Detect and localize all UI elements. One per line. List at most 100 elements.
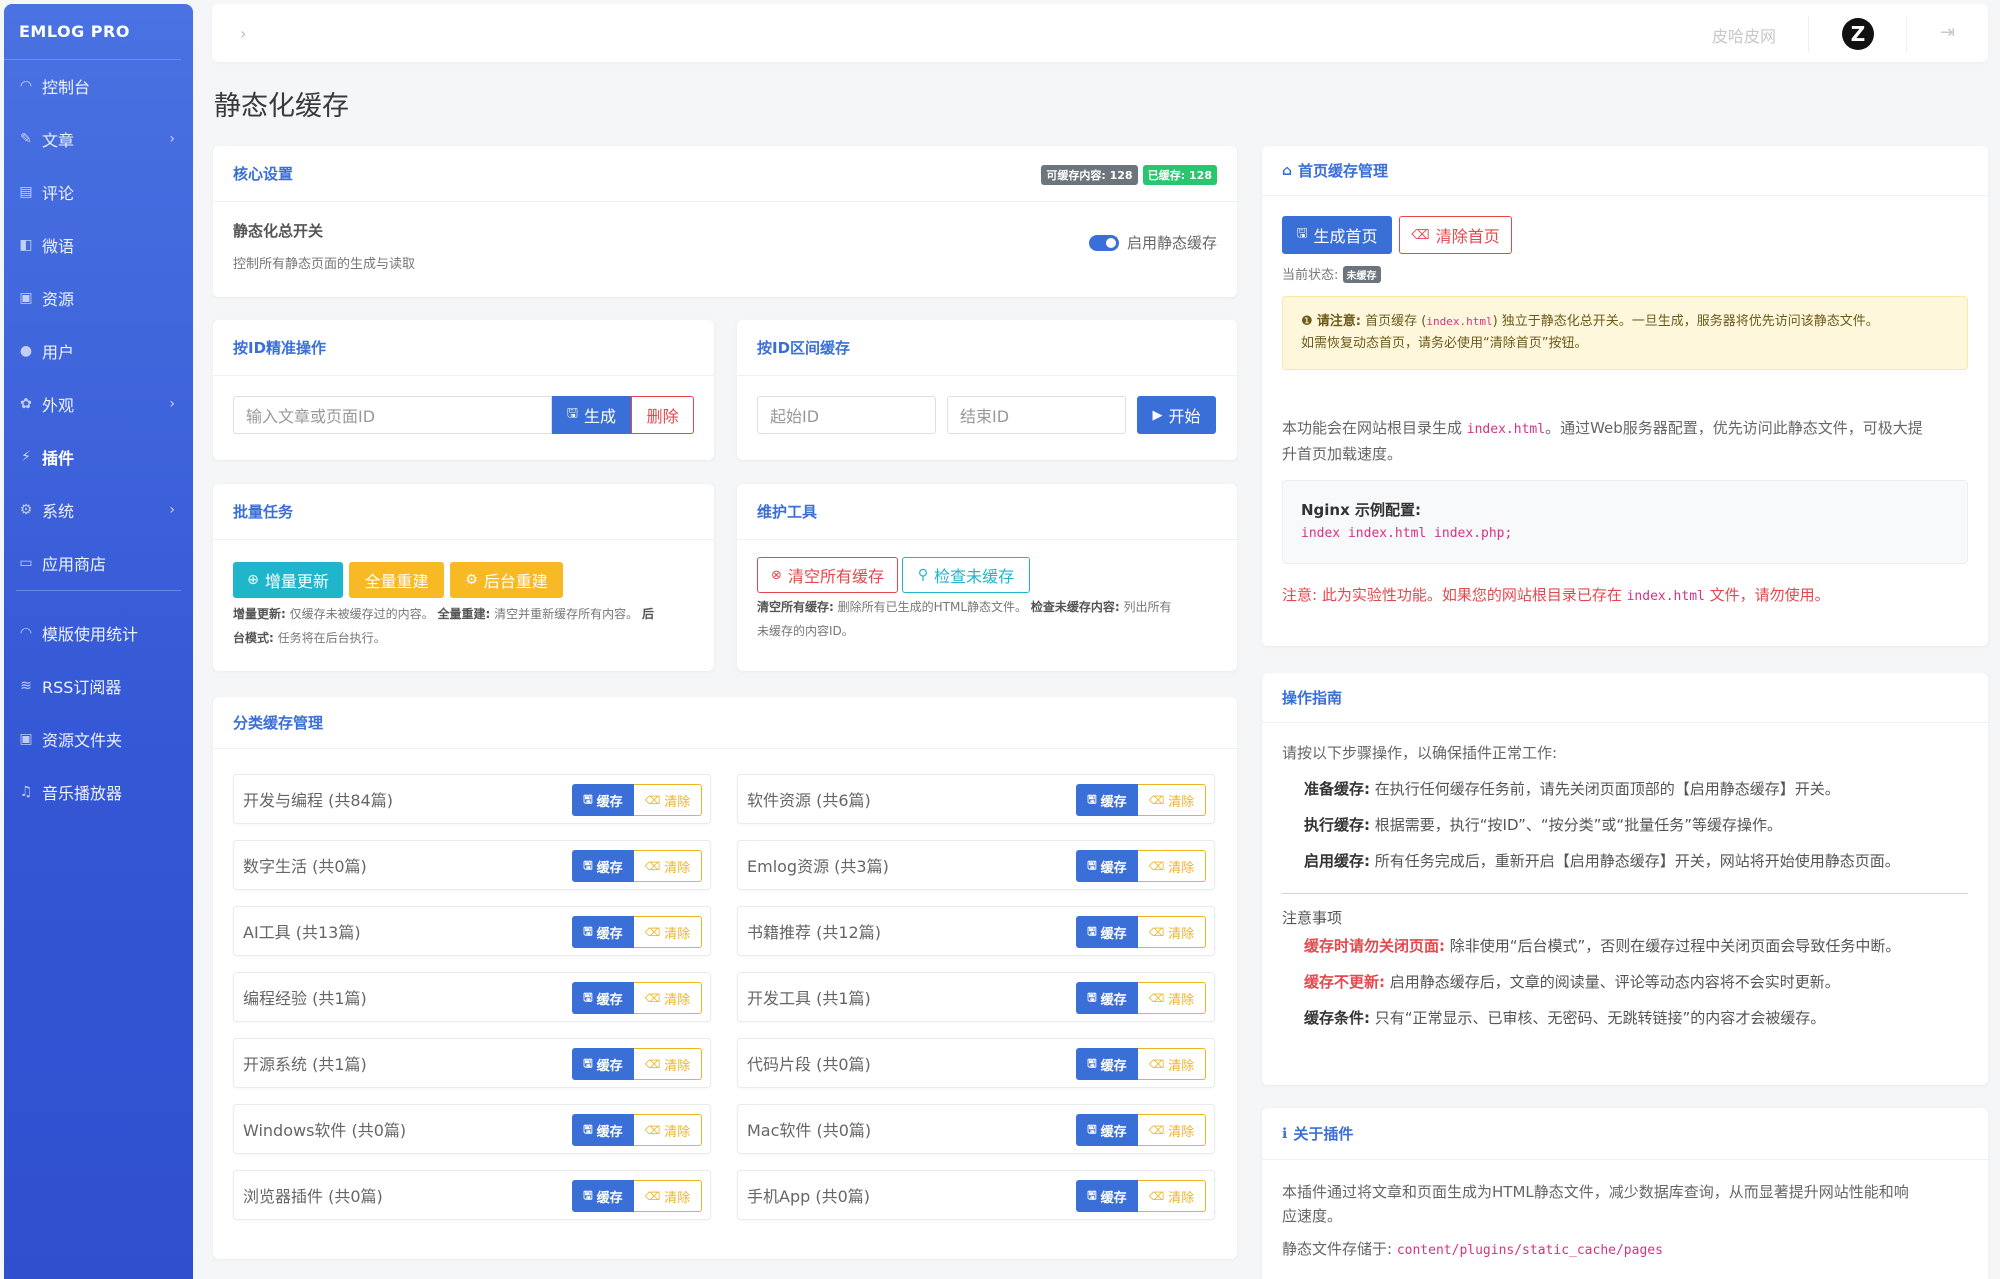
sidebar-item-label: 控制台 (42, 78, 91, 97)
sidebar-item-dashboard[interactable]: ◠ 控制台 (4, 66, 193, 106)
category-name: 开发与编程 (共84篇) (243, 791, 393, 810)
cache-category-button[interactable]: 🖫 缓存 (1076, 916, 1138, 948)
cache-category-button[interactable]: 🖫 缓存 (572, 982, 634, 1014)
cache-category-button[interactable]: 🖫 缓存 (572, 1180, 634, 1212)
category-name: Windows软件 (共0篇) (243, 1121, 407, 1140)
clear-category-button[interactable]: ⌫ 清除 (634, 1180, 702, 1212)
cache-category-button[interactable]: 🖫 缓存 (572, 1114, 634, 1146)
sidebar-item-resource-folder[interactable]: ▣ 资源文件夹 (4, 719, 193, 759)
about-plugin-card: ℹ 关于插件 本插件通过将文章和页面生成为HTML静态文件，减少数据库查询，从而显… (1262, 1108, 1988, 1279)
button-label: 清除 (1168, 794, 1195, 810)
guide-step: 执行缓存: 根据需要，执行“按ID”、“按分类”或“批量任务”等缓存操作。 (1304, 807, 1968, 843)
incremental-update-button[interactable]: ⊕ 增量更新 (233, 562, 343, 598)
clear-category-button[interactable]: ⌫ 清除 (1138, 1180, 1206, 1212)
sidebar-item-app-store[interactable]: ▭ 应用商店 (4, 543, 193, 583)
sidebar-item-label: 插件 (42, 449, 75, 468)
gear-icon: ⚙ (19, 502, 33, 518)
cache-category-button[interactable]: 🖫 缓存 (1076, 784, 1138, 816)
homepage-description: 本功能会在网站根目录生成 index.html。通过Web服务器配置，优先访问此… (1282, 416, 1968, 466)
brand-logo[interactable]: EMLOG PRO (4, 4, 181, 60)
warning-text: ) 独立于静态化总开关。一旦生成，服务器将优先访问该静态文件。 (1492, 314, 1879, 329)
sidebar-item-system[interactable]: ⚙ 系统 › (4, 490, 193, 530)
sidebar-item-music-player[interactable]: ♫ 音乐播放器 (4, 772, 193, 812)
save-icon: 🖫 (583, 990, 593, 1004)
card-header: ⌂ 首页缓存管理 (1262, 146, 1988, 196)
maintenance-note: 清空所有缓存: 删除所有已生成的HTML静态文件。 检查未缓存内容: 列出所有 … (757, 595, 1217, 643)
cache-category-button[interactable]: 🖫 缓存 (572, 1048, 634, 1080)
eraser-icon: ⌫ (1148, 925, 1165, 939)
username-link[interactable]: 皮哈皮网 (1712, 23, 1776, 47)
clear-category-button[interactable]: ⌫ 清除 (634, 1048, 702, 1080)
check-uncached-button[interactable]: ⚲ 检查未缓存 (902, 557, 1030, 593)
full-rebuild-button[interactable]: 全量重建 (349, 562, 444, 598)
clear-category-button[interactable]: ⌫ 清除 (1138, 1114, 1206, 1146)
step-value: 根据需要，执行“按ID”、“按分类”或“批量任务”等缓存操作。 (1370, 816, 1782, 834)
button-label: 清除 (664, 1190, 691, 1206)
clear-category-button[interactable]: ⌫ 清除 (634, 916, 702, 948)
sidebar-item-comments[interactable]: ▤ 评论 (4, 172, 193, 212)
card-title: 操作指南 (1282, 689, 1343, 707)
about-description: 本插件通过将文章和页面生成为HTML静态文件，减少数据库查询，从而显著提升网站性… (1282, 1180, 1968, 1228)
clear-category-button[interactable]: ⌫ 清除 (634, 850, 702, 882)
start-id-input[interactable]: 起始ID (757, 396, 936, 434)
clear-category-button[interactable]: ⌫ 清除 (634, 1114, 702, 1146)
button-label: 清除首页 (1435, 227, 1500, 246)
save-icon: 🖫 (583, 792, 593, 806)
guide-note: 缓存时请勿关闭页面: 除非使用“后台模式”，否则在缓存过程中关闭页面会导致任务中… (1304, 928, 1968, 964)
clear-all-cache-button[interactable]: ⊗ 清空所有缓存 (757, 557, 898, 593)
clear-category-button[interactable]: ⌫ 清除 (1138, 982, 1206, 1014)
cache-category-button[interactable]: 🖫 缓存 (572, 784, 634, 816)
clear-category-button[interactable]: ⌫ 清除 (1138, 850, 1206, 882)
storage-path: 静态文件存储于: content/plugins/static_cache/pa… (1282, 1238, 1968, 1259)
sidebar-item-resources[interactable]: ▣ 资源 (4, 278, 193, 318)
warning-code: index.html (1426, 315, 1493, 328)
cache-category-button[interactable]: 🖫 缓存 (572, 850, 634, 882)
cache-category-button[interactable]: 🖫 缓存 (1076, 1114, 1138, 1146)
sidebar-toggle-icon[interactable]: › (240, 24, 246, 43)
sidebar-item-microblog[interactable]: ◧ 微语 (4, 225, 193, 265)
times-circle-icon: ⊗ (771, 567, 782, 583)
clear-category-button[interactable]: ⌫ 清除 (634, 784, 702, 816)
clear-category-button[interactable]: ⌫ 清除 (634, 982, 702, 1014)
notice-code: index.html (1626, 589, 1705, 604)
sidebar-item-template-stats[interactable]: ◠ 模版使用统计 (4, 613, 193, 653)
sidebar-item-appearance[interactable]: ✿ 外观 › (4, 384, 193, 424)
clear-category-button[interactable]: ⌫ 清除 (1138, 784, 1206, 816)
clear-homepage-button[interactable]: ⌫ 清除首页 (1399, 216, 1512, 254)
sidebar-item-plugins[interactable]: ⚡ 插件 (4, 437, 193, 477)
button-label: 清除 (664, 1124, 691, 1140)
background-rebuild-button[interactable]: ⚙ 后台重建 (450, 562, 563, 598)
homepage-warning: ❶ 请注意: 首页缓存 (index.html) 独立于静态化总开关。一旦生成，… (1282, 296, 1968, 370)
button-label: 生成 (583, 407, 616, 426)
cache-category-button[interactable]: 🖫 缓存 (1076, 982, 1138, 1014)
button-label: 清除 (1168, 860, 1195, 876)
generate-homepage-button[interactable]: 🖫 生成首页 (1282, 216, 1392, 254)
clear-category-button[interactable]: ⌫ 清除 (1138, 916, 1206, 948)
sidebar-item-articles[interactable]: ✎ 文章 › (4, 119, 193, 159)
cache-category-button[interactable]: 🖫 缓存 (1076, 1180, 1138, 1212)
logout-icon[interactable]: ⇥ (1940, 22, 1955, 43)
card-title: 关于插件 (1293, 1125, 1354, 1143)
description-text: 。通过Web服务器配置，优先访问此静态文件，可极大提 (1545, 419, 1923, 437)
sidebar-item-rss[interactable]: ≋ RSS订阅器 (4, 666, 193, 706)
save-icon: 🖫 (1087, 990, 1097, 1004)
start-button[interactable]: ▶ 开始 (1137, 396, 1216, 434)
cache-category-button[interactable]: 🖫 缓存 (1076, 1048, 1138, 1080)
core-settings-card: 核心设置 可缓存内容: 128 已缓存: 128 静态化总开关 控制所有静态页面… (213, 146, 1237, 297)
sidebar-item-users[interactable]: ● 用户 (4, 331, 193, 371)
card-body: 起始ID 结束ID ▶ 开始 (737, 376, 1237, 452)
clear-category-button[interactable]: ⌫ 清除 (1138, 1048, 1206, 1080)
avatar[interactable]: Z (1842, 18, 1874, 50)
sidebar-item-label: 资源文件夹 (42, 731, 123, 750)
delete-button[interactable]: 删除 (631, 396, 694, 434)
static-cache-toggle[interactable] (1088, 234, 1119, 251)
note-value: 清空并重新缓存所有内容。 (490, 607, 639, 621)
generate-button[interactable]: 🖫 生成 (551, 396, 632, 434)
end-id-input[interactable]: 结束ID (947, 396, 1126, 434)
cache-category-button[interactable]: 🖫 缓存 (1076, 850, 1138, 882)
nginx-title: Nginx 示例配置: (1301, 501, 1422, 519)
category-row: 数字生活 (共0篇) 🖫 缓存 ⌫ 清除 (233, 840, 711, 890)
step-value: 所有任务完成后，重新开启【启用静态缓存】开关，网站将开始使用静态页面。 (1370, 852, 1900, 870)
article-id-input[interactable]: 输入文章或页面ID (233, 396, 552, 434)
cache-category-button[interactable]: 🖫 缓存 (572, 916, 634, 948)
